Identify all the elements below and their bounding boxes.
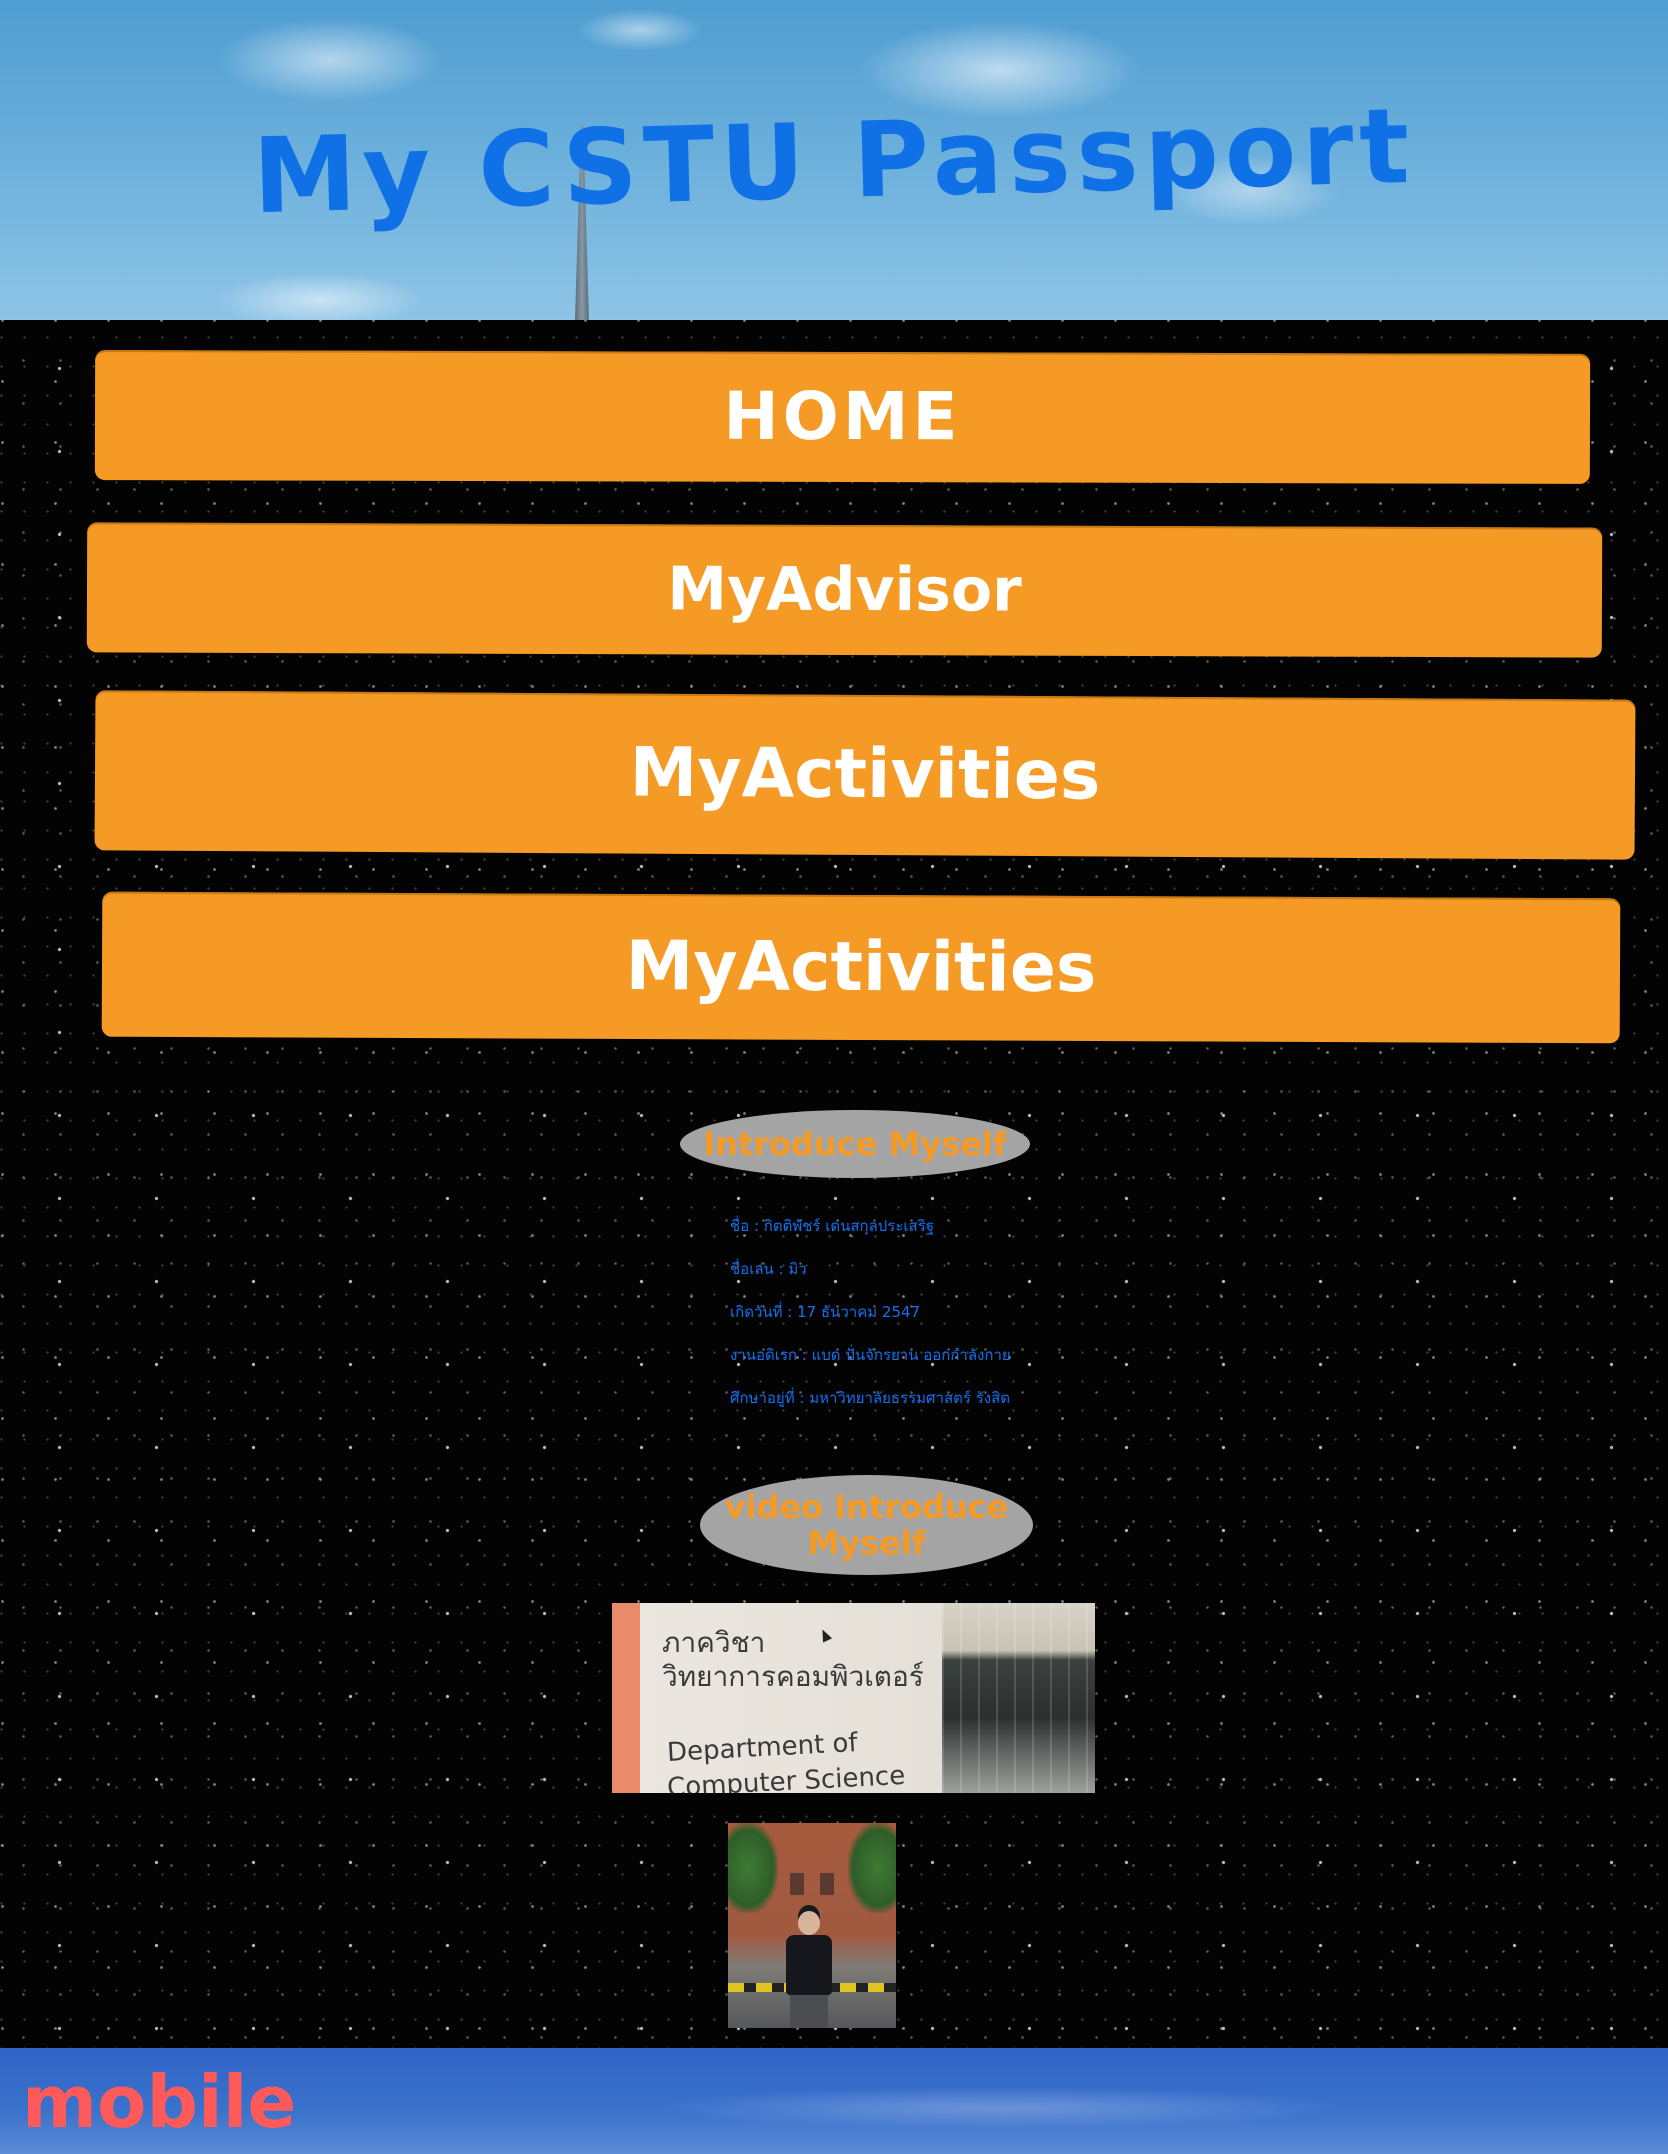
footer-bar: mobile [0,2048,1668,2154]
video-thumbnail[interactable]: ภาควิชา วิทยาการคอมพิวเตอร์ Department o… [612,1603,1095,1793]
department-sign: ภาควิชา วิทยาการคอมพิวเตอร์ Department o… [612,1603,942,1793]
tree-image [728,1823,778,1913]
sign-text-line3: Department of [666,1728,859,1768]
info-nickname: ชื่อเล่น : มิว [730,1260,807,1278]
window-image [820,1873,834,1895]
person-head [798,1911,820,1935]
info-school: ศึกษาอยู่ที่ : มหาวิทยาลัยธรรมศาสตร์ รัง… [730,1389,1010,1407]
info-birthdate: เกิดวันที่ : 17 ธันวาคม 2547 [730,1303,921,1321]
nav-myadvisor-button[interactable]: MyAdvisor [86,522,1603,658]
introduce-myself-heading: Introduce Myself [680,1110,1030,1178]
sign-text-line2: วิทยาการคอมพิวเตอร์ [662,1660,924,1693]
footer-mobile-label: mobile [22,2060,297,2144]
person-body [786,1935,832,1995]
building-interior-image [942,1603,1095,1793]
nav-myactivities-button[interactable]: MyActivities [94,690,1636,860]
person-legs [790,1991,828,2028]
nav-myactivities-button-2[interactable]: MyActivities [101,891,1621,1044]
page-title: My CSTU Passport [251,84,1417,238]
video-introduce-heading: video Introduce Myself [700,1475,1033,1575]
window-image [790,1873,804,1895]
intro-info: ชื่อ : กิตติพัชร์ เด่นสกุลประเสริฐ ชื่อเ… [730,1205,1290,1420]
tree-image [848,1823,896,1913]
nav-home-button[interactable]: HOME [94,350,1591,484]
header-banner: My CSTU Passport [0,0,1668,320]
profile-photo [728,1823,896,2028]
info-name: ชื่อ : กิตติพัชร์ เด่นสกุลประเสริฐ [730,1217,935,1235]
info-hobbies: งานอดิเรก : แบด ปั่นจักรยาน ออกกำลังกาย [730,1346,1011,1364]
